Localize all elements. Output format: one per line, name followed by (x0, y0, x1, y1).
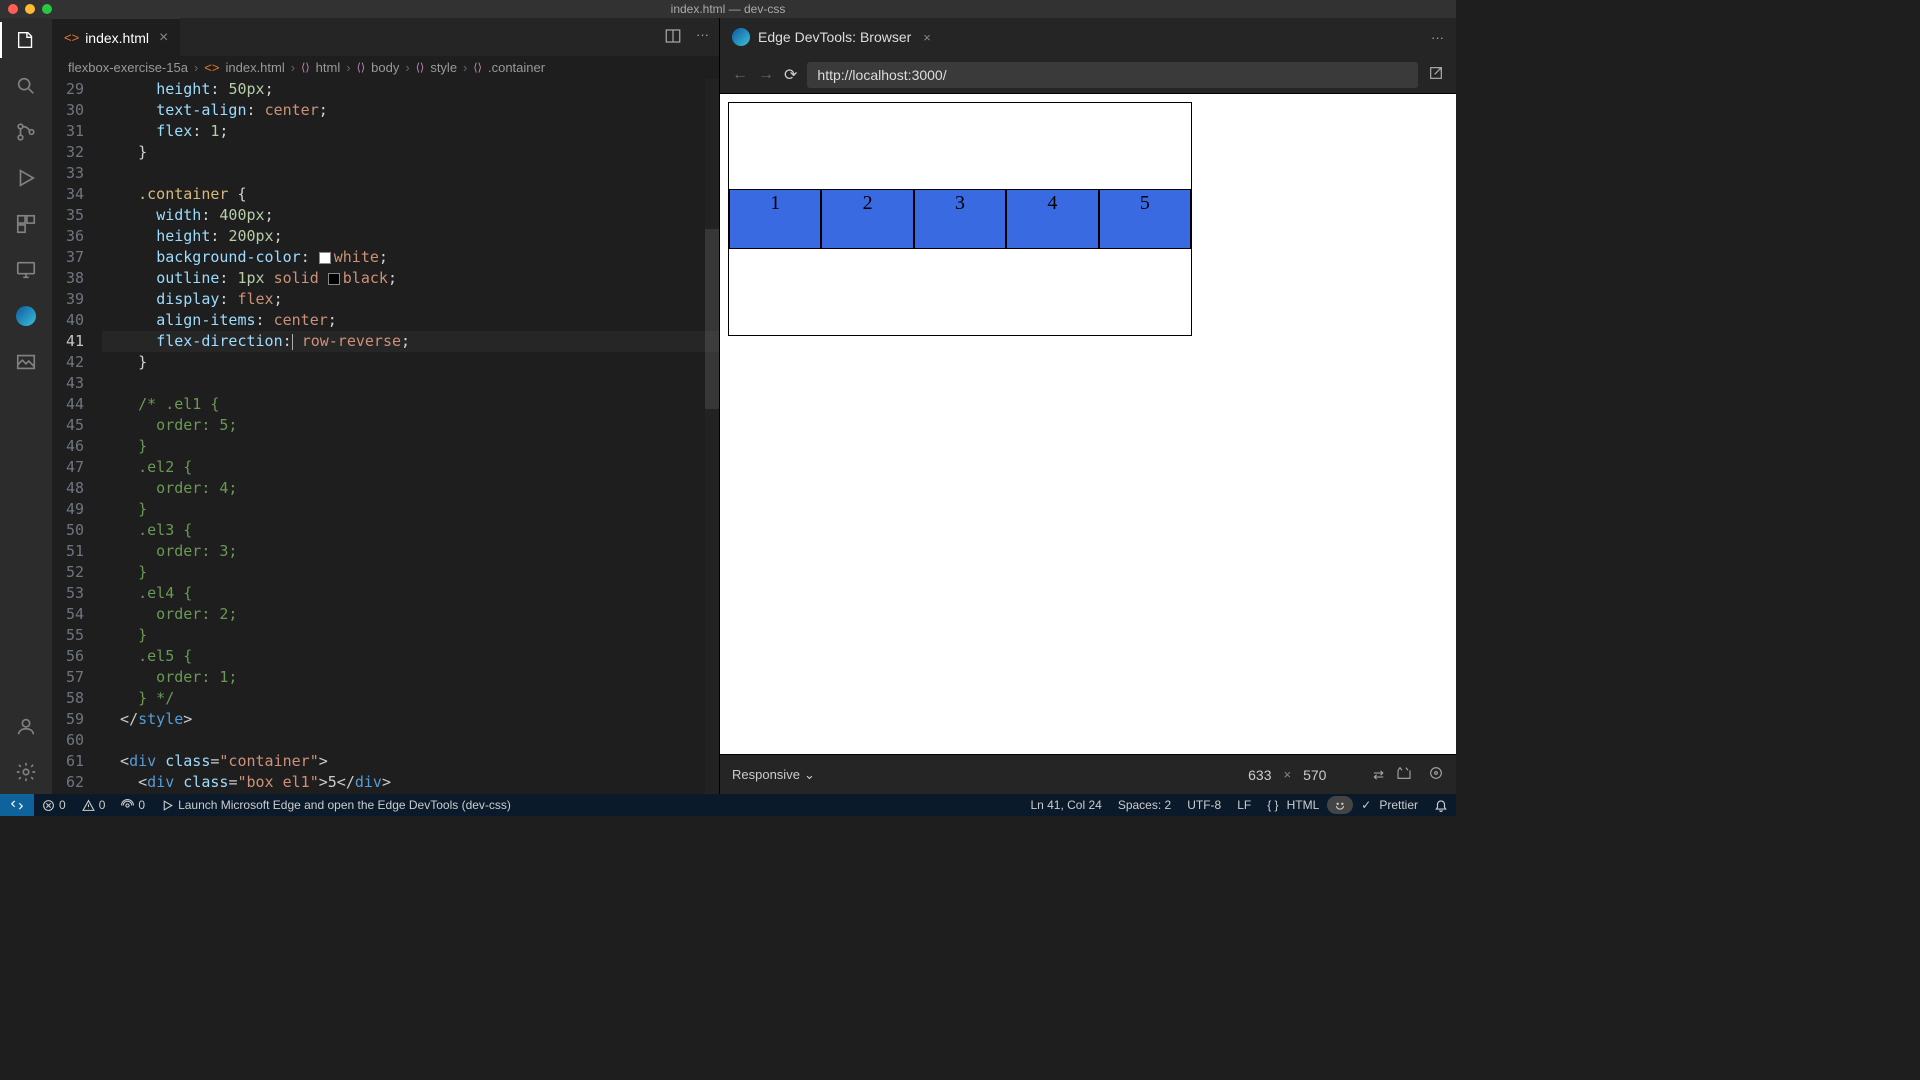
code-editor[interactable]: 2930313233343536373839404142434445464748… (52, 79, 719, 794)
rotate-icon[interactable]: ⇄ (1373, 767, 1384, 783)
editor-tabbar: <> index.html × ··· (52, 18, 719, 56)
problems-errors[interactable]: 0 (34, 798, 74, 812)
preview-box: 4 (1006, 189, 1098, 249)
notifications-icon[interactable] (1426, 796, 1456, 814)
source-control-icon[interactable] (12, 118, 40, 146)
viewport-height-input[interactable] (1303, 767, 1351, 783)
editor-tab[interactable]: <> index.html × (52, 18, 180, 56)
class-icon: ⟨⟩ (473, 61, 482, 74)
preview-box: 3 (914, 189, 1006, 249)
preview-box: 5 (1099, 189, 1191, 249)
account-icon[interactable] (12, 712, 40, 740)
tab-filename: index.html (85, 30, 149, 46)
dimension-separator: × (1284, 767, 1292, 782)
window-controls (8, 4, 52, 14)
chevron-down-icon: ⌄ (804, 767, 815, 783)
device-dropdown[interactable]: Responsive ⌄ (732, 767, 815, 783)
devtools-tab-title: Edge DevTools: Browser (758, 29, 911, 45)
launch-edge-hint[interactable]: Launch Microsoft Edge and open the Edge … (153, 798, 519, 812)
open-external-icon[interactable] (1428, 65, 1444, 84)
tag-icon: ⟨⟩ (357, 61, 366, 74)
html-file-icon: <> (64, 30, 79, 45)
preview-box: 2 (821, 189, 913, 249)
close-devtools-tab-icon[interactable]: × (923, 30, 931, 45)
edge-browser-icon (732, 28, 750, 46)
settings-gear-icon[interactable] (12, 758, 40, 786)
bc-container[interactable]: .container (488, 60, 545, 75)
html-file-icon: <> (204, 60, 219, 75)
eol[interactable]: LF (1229, 796, 1259, 814)
remote-indicator[interactable] (0, 794, 34, 816)
breadcrumb[interactable]: flexbox-exercise-15a› <>index.html› ⟨⟩ht… (52, 56, 719, 79)
responsive-toolbar: Responsive ⌄ × ⇄ (720, 754, 1456, 794)
minimap[interactable] (705, 79, 719, 794)
minimize-window-icon[interactable] (25, 4, 35, 14)
tag-icon: ⟨⟩ (416, 61, 425, 74)
search-icon[interactable] (12, 72, 40, 100)
copilot-icon[interactable] (1327, 796, 1353, 814)
bc-style[interactable]: style (430, 60, 457, 75)
maximize-window-icon[interactable] (42, 4, 52, 14)
run-debug-icon[interactable] (12, 164, 40, 192)
remote-explorer-icon[interactable] (12, 256, 40, 284)
status-bar: 0 0 0 Launch Microsoft Edge and open the… (0, 794, 1456, 816)
viewport-width-input[interactable] (1224, 767, 1272, 783)
preview-box: 1 (729, 189, 821, 249)
reload-icon[interactable]: ⟳ (784, 65, 797, 85)
cursor-position[interactable]: Ln 41, Col 24 (1022, 796, 1109, 814)
more-actions-icon[interactable]: ··· (696, 27, 709, 48)
split-editor-icon[interactable] (664, 27, 682, 48)
image-gallery-icon[interactable] (12, 348, 40, 376)
eyedropper-icon[interactable] (1428, 765, 1444, 784)
more-actions-icon[interactable]: ··· (1431, 30, 1444, 45)
devtools-tabbar: Edge DevTools: Browser × ··· (720, 18, 1456, 56)
prettier-status[interactable]: ✓Prettier (1353, 796, 1426, 814)
preview-container: 12345 (728, 102, 1192, 336)
edge-tools-icon[interactable] (12, 302, 40, 330)
language-mode[interactable]: { }HTML (1259, 796, 1327, 814)
nav-back-icon[interactable]: ← (732, 66, 748, 84)
nav-forward-icon[interactable]: → (758, 66, 774, 84)
tag-icon: ⟨⟩ (301, 61, 310, 74)
indentation[interactable]: Spaces: 2 (1110, 796, 1179, 814)
close-tab-icon[interactable]: × (159, 29, 168, 47)
browser-viewport: 12345 (720, 94, 1456, 754)
url-input[interactable] (807, 62, 1418, 88)
titlebar: index.html — dev-css (0, 0, 1456, 18)
bc-folder[interactable]: flexbox-exercise-15a (68, 60, 188, 75)
activity-bar (0, 18, 52, 794)
bc-html[interactable]: html (316, 60, 341, 75)
explorer-icon[interactable] (12, 26, 40, 54)
problems-warnings[interactable]: 0 (74, 798, 114, 812)
browser-toolbar: ← → ⟳ (720, 56, 1456, 94)
bc-file[interactable]: index.html (225, 60, 284, 75)
encoding[interactable]: UTF-8 (1179, 796, 1229, 814)
close-window-icon[interactable] (8, 4, 18, 14)
screenshot-icon[interactable] (1396, 765, 1412, 784)
bc-body[interactable]: body (371, 60, 399, 75)
window-title: index.html — dev-css (671, 2, 786, 16)
ports-indicator[interactable]: 0 (113, 798, 153, 812)
extensions-icon[interactable] (12, 210, 40, 238)
